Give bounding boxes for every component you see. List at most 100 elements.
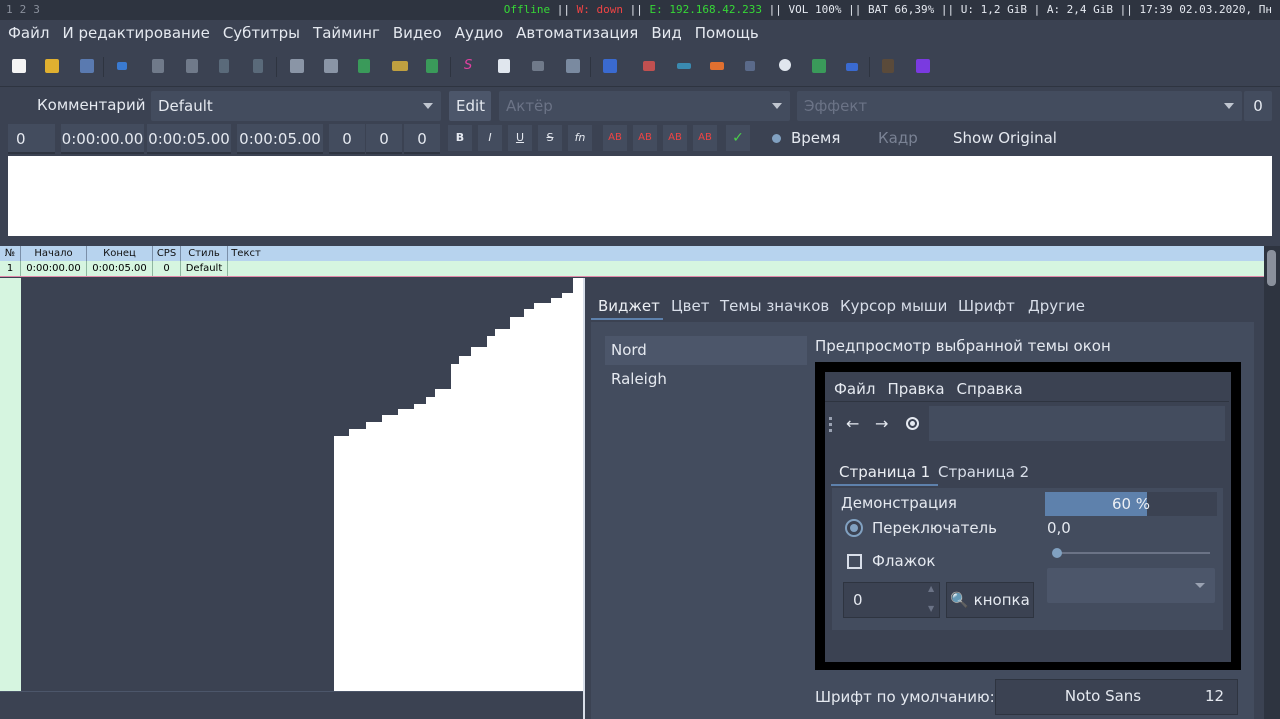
workspace-3[interactable]: 3 <box>33 3 42 16</box>
tab-other[interactable]: Другие <box>1028 297 1085 315</box>
menu-help[interactable]: Помощь <box>695 20 759 47</box>
font-button[interactable]: fn <box>568 125 592 151</box>
styles-manager-icon[interactable] <box>290 59 304 73</box>
shift-times-icon[interactable] <box>603 59 617 73</box>
menu-video[interactable]: Видео <box>393 20 442 47</box>
menu-audio[interactable]: Аудио <box>455 20 503 47</box>
preview-spinbox[interactable]: 0 <box>843 582 940 618</box>
preview-slider-handle[interactable] <box>1052 548 1062 558</box>
fonts-collector-icon[interactable] <box>392 61 408 71</box>
effect-field[interactable]: Эффект <box>797 91 1242 121</box>
italic-button[interactable]: I <box>478 125 502 151</box>
margin-left-field[interactable]: 0 <box>329 124 365 154</box>
menu-timing[interactable]: Тайминг <box>313 20 380 47</box>
snap-start-icon[interactable] <box>677 63 691 69</box>
bold-button[interactable]: B <box>448 125 472 151</box>
margin-field[interactable]: 0 <box>1244 91 1272 121</box>
timing-post-processor-icon[interactable] <box>498 59 510 73</box>
grid-options-icon[interactable] <box>812 59 826 73</box>
tab-widget[interactable]: Виджет <box>598 297 660 315</box>
edit-tab[interactable]: Edit <box>449 91 491 121</box>
preview-address-field[interactable] <box>929 406 1225 441</box>
strikeout-button[interactable]: S <box>538 125 562 151</box>
col-number[interactable]: № <box>0 246 21 261</box>
preview-radio-label[interactable]: Переключатель <box>872 519 997 537</box>
open-file-icon[interactable] <box>45 59 59 73</box>
table-row[interactable]: 1 0:00:00.00 0:00:05.00 0 Default <box>0 261 1264 277</box>
preview-search-button[interactable]: 🔍 кнопка <box>946 582 1034 618</box>
time-radio-label[interactable]: Время <box>791 129 840 147</box>
attachments-icon[interactable] <box>358 59 370 73</box>
theme-item-raleigh[interactable]: Raleigh <box>605 365 807 394</box>
commit-button[interactable]: ✓ <box>726 125 750 151</box>
col-end[interactable]: Конец <box>87 246 153 261</box>
frame-radio-label[interactable]: Кадр <box>878 129 918 147</box>
preview-menu-file[interactable]: Файл <box>834 380 875 398</box>
preview-radio-button[interactable] <box>845 519 863 537</box>
preview-combobox[interactable] <box>1047 568 1215 603</box>
scrollbar-thumb[interactable] <box>1267 250 1276 286</box>
end-time-field[interactable]: 0:00:05.00 <box>147 124 231 154</box>
video-icon[interactable] <box>219 59 229 73</box>
spell-check-icon[interactable] <box>426 59 438 73</box>
spin-up-icon[interactable]: ▲ <box>928 584 934 593</box>
preview-menu-help[interactable]: Справка <box>957 380 1023 398</box>
menu-view[interactable]: Вид <box>651 20 681 47</box>
margin-right-field[interactable]: 0 <box>366 124 402 154</box>
duration-field[interactable]: 0:00:05.00 <box>237 124 323 154</box>
zoom-out-icon[interactable] <box>186 59 198 73</box>
actor-field[interactable]: Актёр <box>499 91 790 121</box>
menu-file[interactable]: Файл <box>8 20 49 47</box>
preview-slider-track[interactable] <box>1055 552 1210 554</box>
secondary-color-button[interactable]: AB <box>633 125 657 151</box>
kanji-timer-icon[interactable] <box>532 61 544 71</box>
underline-button[interactable]: U <box>508 125 532 151</box>
col-text[interactable]: Текст <box>228 246 264 261</box>
spin-down-icon[interactable]: ▼ <box>928 604 934 613</box>
subtitle-text-editor[interactable] <box>8 156 1272 236</box>
col-cps[interactable]: CPS <box>153 246 181 261</box>
back-arrow-icon[interactable]: ← <box>846 414 859 433</box>
tab-mouse-cursor[interactable]: Курсор мыши <box>840 297 947 315</box>
audio-icon[interactable] <box>253 59 263 73</box>
forward-arrow-icon[interactable]: → <box>875 414 888 433</box>
menu-subtitles[interactable]: Субтитры <box>223 20 300 47</box>
layer-field[interactable]: 0 <box>8 124 55 154</box>
col-start[interactable]: Начало <box>21 246 87 261</box>
automation-icon[interactable] <box>916 59 930 73</box>
time-radio[interactable] <box>772 134 781 143</box>
shadow-color-button[interactable]: AB <box>693 125 717 151</box>
tab-font[interactable]: Шрифт <box>958 297 1015 315</box>
properties-icon[interactable] <box>324 59 338 73</box>
zoom-in-icon[interactable] <box>152 59 164 73</box>
tab-icon-themes[interactable]: Темы значков <box>720 297 829 315</box>
record-icon[interactable] <box>906 417 919 430</box>
resample-resolution-icon[interactable] <box>566 59 580 73</box>
clock-icon[interactable] <box>779 59 791 71</box>
keyframe-icon[interactable] <box>745 61 755 71</box>
grid-scrollbar[interactable] <box>1264 246 1280 719</box>
preview-checkbox[interactable] <box>847 554 862 569</box>
check-icon[interactable] <box>846 63 858 71</box>
preview-tab-page1[interactable]: Страница 1 <box>831 458 939 486</box>
save-file-icon[interactable] <box>80 59 94 73</box>
show-original-checkbox[interactable]: Show Original <box>953 129 1057 147</box>
snap-end-icon[interactable] <box>710 62 724 70</box>
select-lines-icon[interactable] <box>643 61 655 71</box>
comment-checkbox-label[interactable]: Комментарий <box>37 96 145 114</box>
tab-color[interactable]: Цвет <box>671 297 709 315</box>
outline-color-button[interactable]: AB <box>663 125 687 151</box>
jump-to-icon[interactable] <box>117 62 127 70</box>
preview-tab-page2[interactable]: Страница 2 <box>938 458 1029 486</box>
new-file-icon[interactable] <box>12 59 26 73</box>
primary-color-button[interactable]: AB <box>603 125 627 151</box>
col-style[interactable]: Стиль <box>181 246 228 261</box>
translation-assistant-icon[interactable]: S <box>464 59 478 73</box>
start-time-field[interactable]: 0:00:00.00 <box>61 124 144 154</box>
preview-menu-edit[interactable]: Правка <box>887 380 944 398</box>
preview-checkbox-label[interactable]: Флажок <box>872 552 935 570</box>
workspace-2[interactable]: 2 <box>20 3 29 16</box>
workspace-1[interactable]: 1 <box>6 3 15 16</box>
options-tools-icon[interactable] <box>882 59 894 73</box>
theme-item-nord[interactable]: Nord <box>605 336 807 365</box>
